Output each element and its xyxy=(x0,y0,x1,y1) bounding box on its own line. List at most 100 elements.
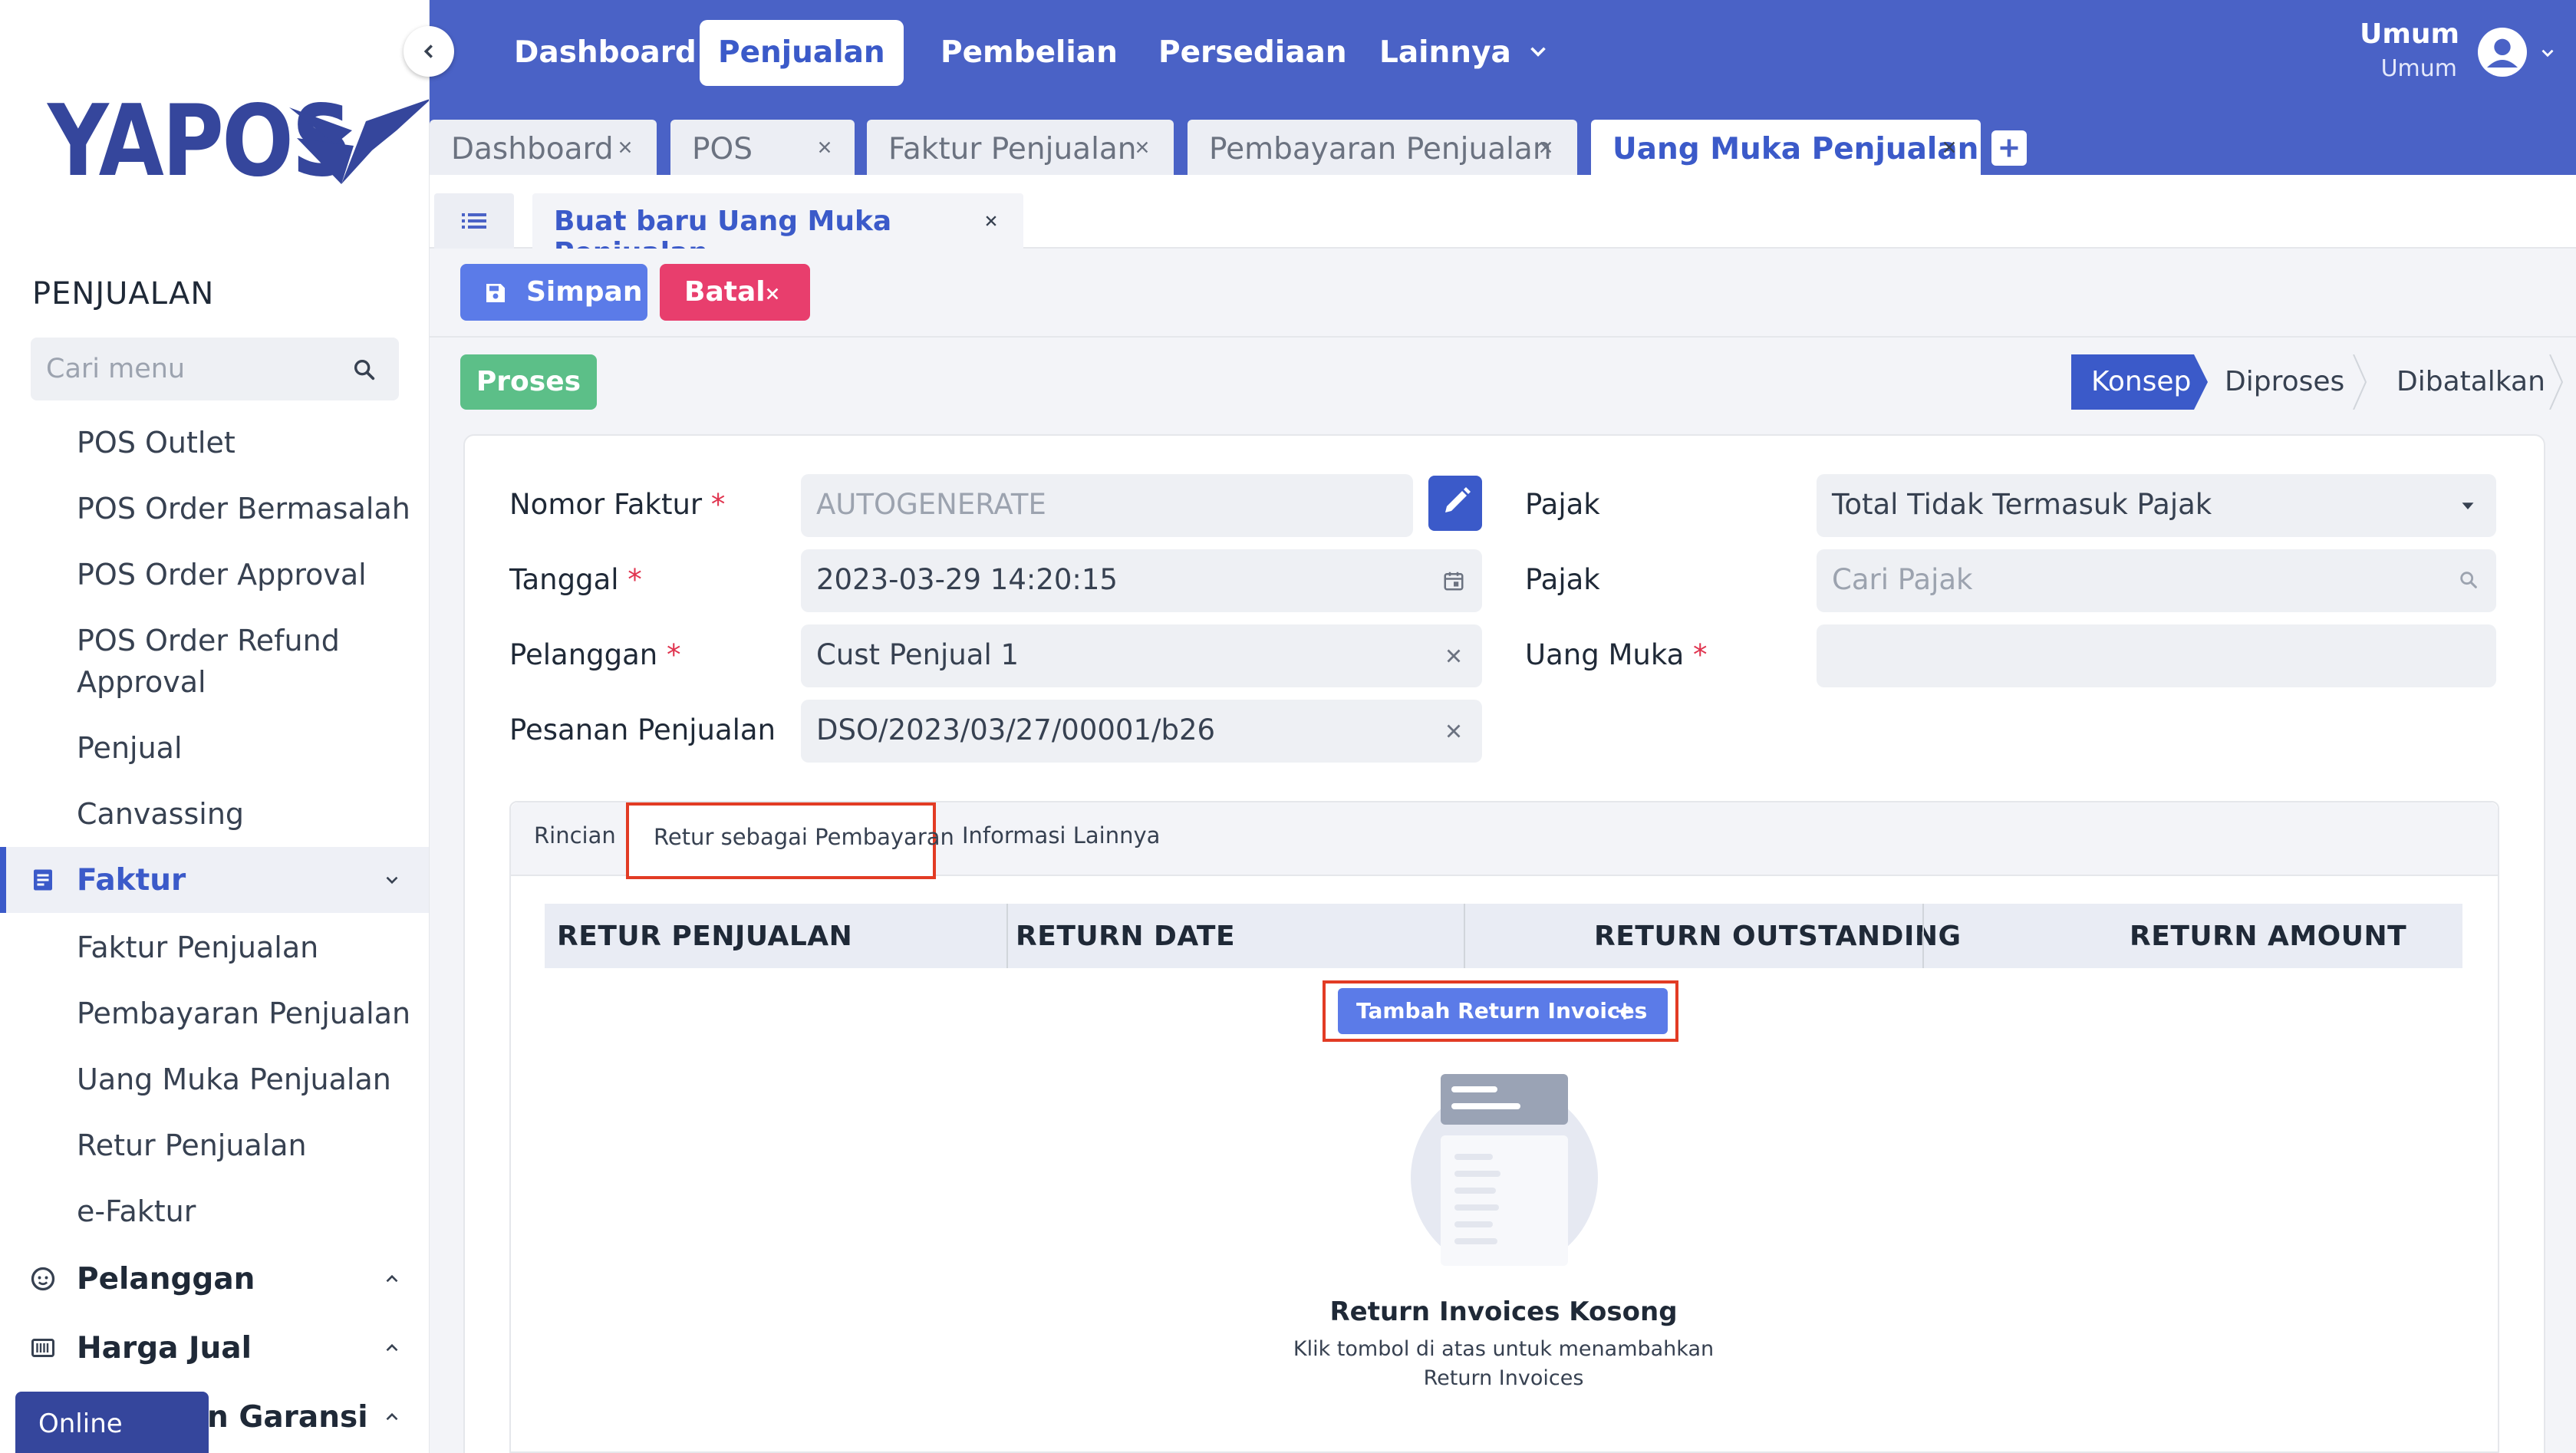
tab-label: Uang Muka Penjualan xyxy=(1612,132,1979,166)
sidebar-item-pembayaran-penjualan[interactable]: Pembayaran Penjualan xyxy=(77,993,410,1034)
pajak-type-select[interactable]: Total Tidak Termasuk Pajak xyxy=(1817,474,2496,537)
chevron-up-icon[interactable] xyxy=(382,1269,402,1289)
sidebar-group-label: Faktur xyxy=(77,862,186,898)
subtab-new-uang-muka[interactable]: Buat baru Uang Muka Penjualan xyxy=(532,193,1023,269)
column-return-outstanding[interactable]: RETURN OUTSTANDING xyxy=(1594,921,1962,952)
add-return-invoices-button[interactable]: Tambah Return Invoices xyxy=(1338,988,1668,1034)
tab-pembayaran-penjualan[interactable]: Pembayaran Penjualan xyxy=(1188,120,1577,175)
close-icon xyxy=(766,288,779,300)
customer-face-icon xyxy=(31,1267,55,1291)
online-status-badge[interactable]: Online xyxy=(15,1392,209,1453)
save-icon xyxy=(486,284,505,302)
sidebar-item-canvassing[interactable]: Canvassing xyxy=(77,793,244,835)
pelanggan-label: Pelanggan * xyxy=(509,638,681,671)
step-separator xyxy=(2353,354,2367,410)
bird-logo-icon xyxy=(289,99,429,184)
column-return-date[interactable]: RETURN DATE xyxy=(1016,921,1235,952)
process-button[interactable]: Proses xyxy=(460,354,597,410)
menu-search-input[interactable] xyxy=(31,338,338,400)
close-icon[interactable] xyxy=(1941,139,1958,156)
pesanan-penjualan-label: Pesanan Penjualan xyxy=(509,713,776,746)
sidebar-item-faktur-penjualan[interactable]: Faktur Penjualan xyxy=(77,927,318,968)
pajak-search-field[interactable]: Cari Pajak xyxy=(1817,549,2496,612)
uang-muka-field[interactable] xyxy=(1817,624,2496,687)
column-divider xyxy=(1464,904,1465,968)
tanggal-label: Tanggal * xyxy=(509,563,642,596)
column-divider xyxy=(1922,904,1924,968)
chevron-down-icon[interactable] xyxy=(382,870,402,890)
sidebar-item-uang-muka-penjualan[interactable]: Uang Muka Penjualan xyxy=(77,1059,391,1100)
tab-pos[interactable]: POS xyxy=(670,120,855,175)
pajak-type-value: Total Tidak Termasuk Pajak xyxy=(1832,488,2212,521)
tab-faktur-penjualan[interactable]: Faktur Penjualan xyxy=(867,120,1174,175)
clear-icon[interactable] xyxy=(1442,644,1465,667)
save-button[interactable]: Simpan xyxy=(460,264,647,321)
pesanan-penjualan-field[interactable]: DSO/2023/03/27/00001/b26 xyxy=(801,700,1482,763)
pelanggan-value: Cust Penjual 1 xyxy=(816,638,1020,671)
sidebar: YAPOS PENJUALAN POS Outlet POS Order Ber… xyxy=(0,0,430,1453)
cancel-button[interactable]: Batal xyxy=(660,264,810,321)
close-icon[interactable] xyxy=(816,139,833,156)
clear-icon[interactable] xyxy=(1442,720,1465,743)
column-divider xyxy=(1006,904,1008,968)
sidebar-item-retur-penjualan[interactable]: Retur Penjualan xyxy=(77,1125,307,1166)
sidebar-group-harga-jual[interactable]: Harga Jual xyxy=(0,1315,429,1381)
nav-penjualan[interactable]: Penjualan xyxy=(700,20,904,86)
sidebar-group-label: Harga Jual xyxy=(77,1330,252,1366)
status-step-diproses[interactable]: Diproses xyxy=(2194,354,2363,410)
sidebar-item-pos-order-bermasalah[interactable]: POS Order Bermasalah xyxy=(77,488,410,529)
tab-label: Pembayaran Penjualan xyxy=(1209,132,1552,166)
sidebar-group-faktur[interactable]: Faktur xyxy=(0,847,429,913)
empty-document-illustration xyxy=(1411,1074,1598,1266)
barcode-icon xyxy=(31,1339,54,1357)
sidebar-item-pos-order-refund-approval[interactable]: POS Order Refund Approval xyxy=(77,620,340,703)
sidebar-item-penjual[interactable]: Penjual xyxy=(77,727,183,769)
tab-dashboard[interactable]: Dashboard xyxy=(430,120,657,175)
chevron-down-icon[interactable] xyxy=(1525,38,1551,64)
tab-label: Faktur Penjualan xyxy=(888,132,1137,166)
list-view-button[interactable] xyxy=(434,193,514,249)
nomor-faktur-field[interactable]: AUTOGENERATE xyxy=(801,474,1413,537)
nav-dashboard[interactable]: Dashboard xyxy=(496,20,715,86)
column-retur-penjualan[interactable]: RETUR PENJUALAN xyxy=(557,921,852,952)
close-icon[interactable] xyxy=(617,139,634,156)
chevron-down-icon[interactable] xyxy=(2538,43,2558,63)
close-icon[interactable] xyxy=(1537,139,1554,156)
tanggal-field[interactable]: 2023-03-29 14:20:15 xyxy=(801,549,1482,612)
calendar-icon[interactable] xyxy=(1442,569,1465,592)
edit-number-button[interactable] xyxy=(1428,476,1482,531)
status-step-dibatalkan[interactable]: Dibatalkan xyxy=(2363,354,2562,410)
sidebar-group-pelanggan[interactable]: Pelanggan xyxy=(0,1246,429,1312)
sidebar-item-e-faktur[interactable]: e-Faktur xyxy=(77,1191,196,1232)
sidebar-item-label: Approval xyxy=(77,665,206,699)
avatar[interactable] xyxy=(2478,28,2527,77)
sidebar-item-pos-order-approval[interactable]: POS Order Approval xyxy=(77,554,367,595)
column-return-amount[interactable]: RETURN AMOUNT xyxy=(2130,921,2406,952)
search-icon[interactable] xyxy=(2458,569,2479,591)
document-tab-strip: Dashboard POS Faktur Penjualan Pembayara… xyxy=(430,101,2576,175)
sidebar-group-label: n Garansi xyxy=(207,1399,368,1435)
add-tab-button[interactable] xyxy=(1991,130,2027,166)
uang-muka-label: Uang Muka * xyxy=(1525,638,1708,671)
close-icon[interactable] xyxy=(983,213,999,229)
nomor-faktur-value: AUTOGENERATE xyxy=(816,488,1046,521)
tab-rincian[interactable]: Rincian xyxy=(534,822,616,848)
chevron-up-icon[interactable] xyxy=(382,1338,402,1358)
tab-informasi-lainnya[interactable]: Informasi Lainnya xyxy=(962,822,1160,848)
empty-state-title: Return Invoices Kosong xyxy=(1329,1296,1678,1327)
sidebar-item-pos-outlet[interactable]: POS Outlet xyxy=(77,422,236,463)
close-icon[interactable] xyxy=(1134,139,1151,156)
nav-lainnya[interactable]: Lainnya xyxy=(1361,20,1530,86)
pelanggan-field[interactable]: Cust Penjual 1 xyxy=(801,624,1482,687)
search-icon[interactable] xyxy=(351,357,377,383)
tab-retur-sebagai-pembayaran[interactable]: Retur sebagai Pembayaran xyxy=(654,824,954,850)
tab-uang-muka-penjualan[interactable]: Uang Muka Penjualan xyxy=(1591,120,1981,175)
nav-pembelian[interactable]: Pembelian xyxy=(922,20,1136,86)
invoice-icon xyxy=(34,869,52,891)
nav-persediaan[interactable]: Persediaan xyxy=(1140,20,1365,86)
status-step-konsep[interactable]: Konsep xyxy=(2071,354,2208,410)
sidebar-collapse-button[interactable] xyxy=(404,26,454,77)
cancel-button-label: Batal xyxy=(684,276,766,308)
chevron-up-icon[interactable] xyxy=(382,1407,402,1427)
caret-down-icon xyxy=(2462,502,2474,509)
